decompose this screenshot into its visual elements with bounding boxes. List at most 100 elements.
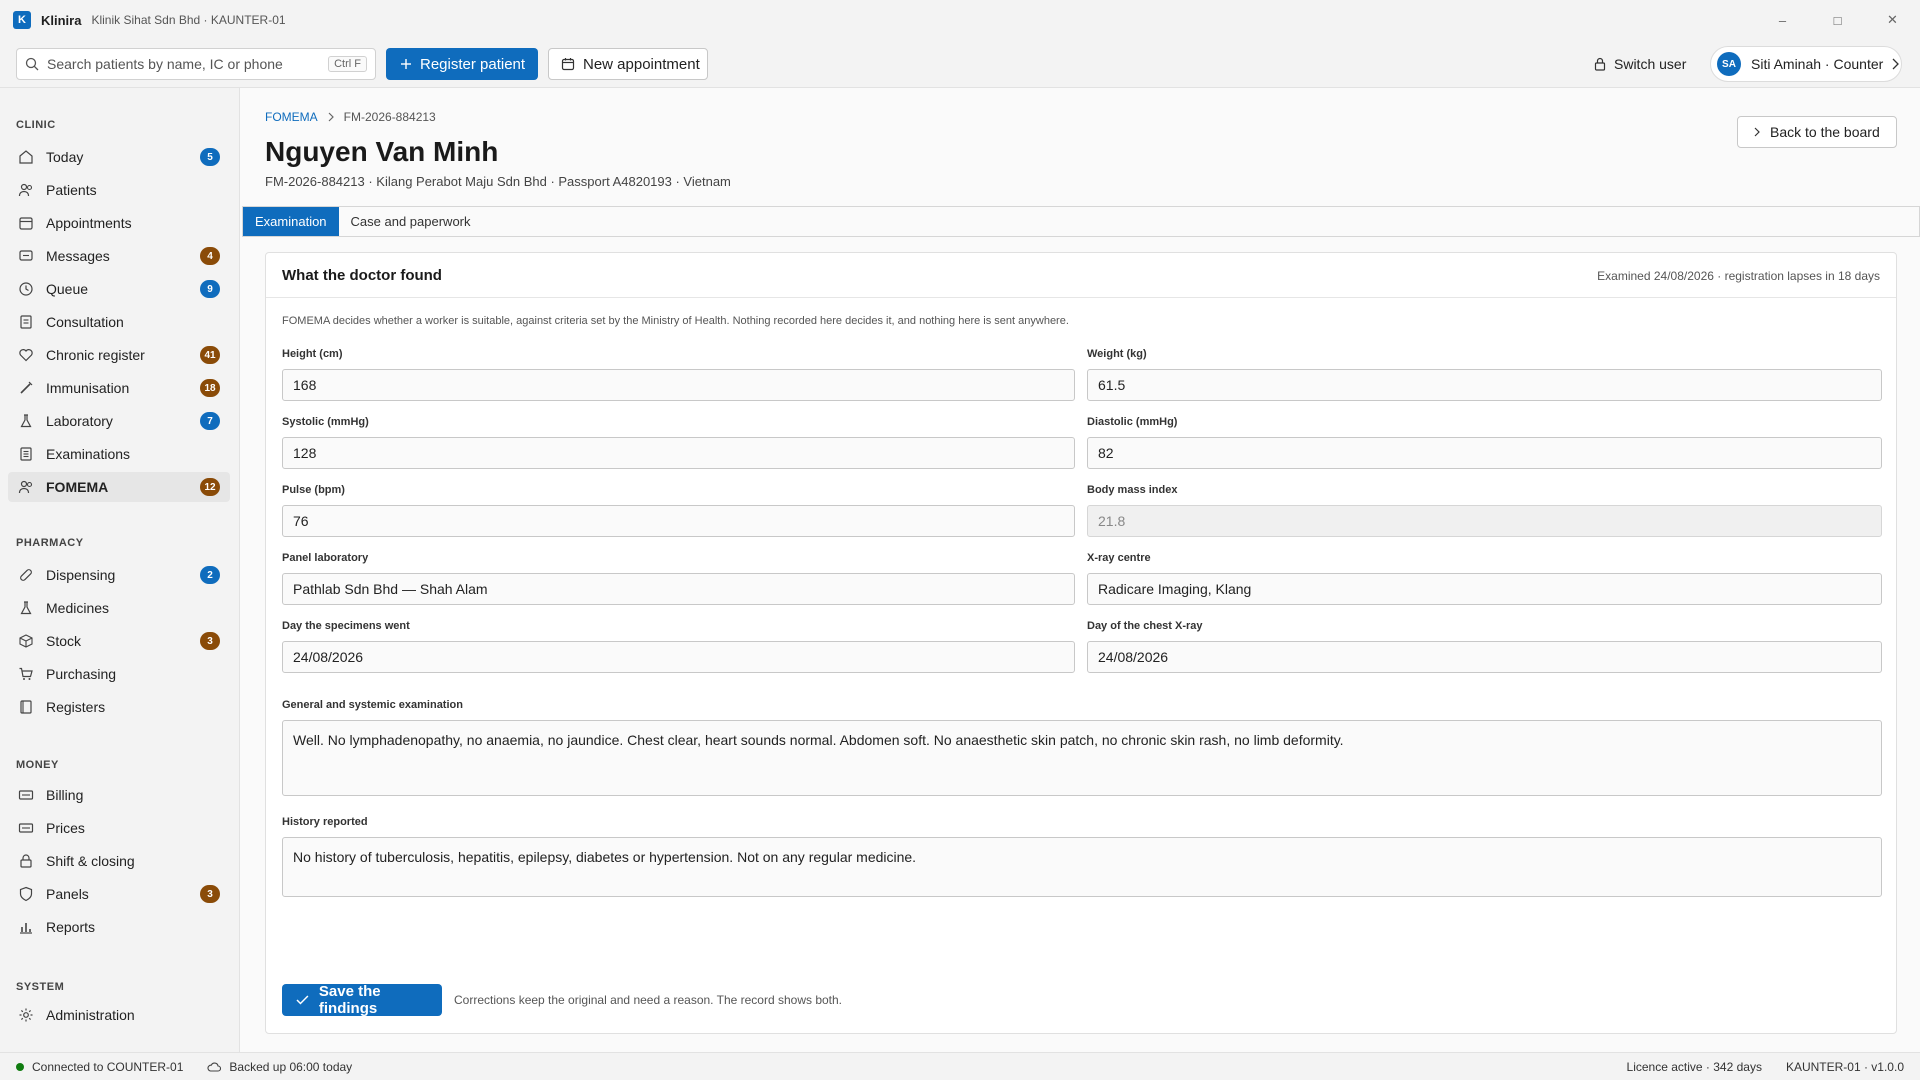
sidebar-item-label: Chronic register xyxy=(46,347,145,363)
xray-centre-field[interactable]: Radicare Imaging, Klang xyxy=(1087,573,1882,605)
sidebar-item-stock[interactable]: Stock 3 xyxy=(8,626,230,656)
diastolic-label: Diastolic (mmHg) xyxy=(1087,416,1178,428)
sidebar-item-immunisation[interactable]: Immunisation 18 xyxy=(8,373,230,403)
sidebar-item-label: Reports xyxy=(46,919,96,935)
minimize-button[interactable]: – xyxy=(1755,0,1810,40)
user-menu[interactable]: SA Siti Aminah · Counter xyxy=(1710,46,1902,82)
register-patient-button[interactable]: Register patient xyxy=(386,48,538,80)
back-to-board-button[interactable]: Back to the board xyxy=(1737,116,1897,148)
close-button[interactable]: ✕ xyxy=(1865,0,1920,40)
breadcrumb-fomema-link[interactable]: FOMEMA xyxy=(265,110,318,124)
sidebar-item-queue[interactable]: Queue 9 xyxy=(8,274,230,304)
count-badge: 2 xyxy=(200,566,220,584)
history-textarea[interactable]: No history of tuberculosis, hepatitis, e… xyxy=(282,837,1882,897)
fomema-note: FOMEMA decides whether a worker is suita… xyxy=(282,315,1069,327)
sidebar-item-label: Purchasing xyxy=(46,666,117,682)
diastolic-field[interactable]: 82 xyxy=(1087,437,1882,469)
sidebar-item-medicines[interactable]: Medicines xyxy=(8,593,230,623)
sidebar-item-prices[interactable]: Prices xyxy=(8,813,230,843)
gear-icon xyxy=(18,1007,34,1023)
sidebar-item-reports[interactable]: Reports xyxy=(8,912,230,942)
weight-label: Weight (kg) xyxy=(1087,348,1147,360)
switch-user-button[interactable]: Switch user xyxy=(1594,48,1686,80)
sidebar-item-panels[interactable]: Panels 3 xyxy=(8,879,230,909)
sidebar-item-laboratory[interactable]: Laboratory 7 xyxy=(8,406,230,436)
specimen-day-field[interactable]: 24/08/2026 xyxy=(282,641,1075,673)
pulse-field[interactable]: 76 xyxy=(282,505,1075,537)
bmi-label: Body mass index xyxy=(1087,484,1178,496)
app-name: Klinira xyxy=(41,12,82,28)
sidebar-item-registers[interactable]: Registers xyxy=(8,692,230,722)
sidebar-item-label: Messages xyxy=(46,248,110,264)
tab-examination[interactable]: Examination xyxy=(243,207,339,236)
register-patient-label: Register patient xyxy=(420,55,526,73)
user-name: Siti Aminah · Counter xyxy=(1751,56,1884,72)
heart-icon xyxy=(18,347,34,363)
save-findings-button[interactable]: Save the findings xyxy=(282,983,442,1017)
new-appointment-button[interactable]: New appointment xyxy=(548,48,708,80)
licence-status: Licence active · 342 days xyxy=(1626,1060,1762,1074)
section-title-money: MONEY xyxy=(16,759,59,771)
pulse-label: Pulse (bpm) xyxy=(282,484,345,496)
sidebar-item-label: Administration xyxy=(46,1007,135,1023)
search-placeholder: Search patients by name, IC or phone xyxy=(47,56,283,72)
panel-laboratory-field[interactable]: Pathlab Sdn Bhd — Shah Alam xyxy=(282,573,1075,605)
cart-icon xyxy=(18,666,34,682)
sidebar: CLINIC PHARMACY MONEY SYSTEM Today 5 Patie… xyxy=(0,88,240,1052)
sidebar-item-dispensing[interactable]: Dispensing 2 xyxy=(8,560,230,590)
flask-icon xyxy=(18,413,34,429)
breadcrumb-current: FM-2026-884213 xyxy=(343,110,436,124)
chevron-right-icon xyxy=(1892,58,1900,70)
patient-summary: FM-2026-884213 · Kilang Perabot Maju Sdn… xyxy=(265,174,731,189)
sidebar-item-administration[interactable]: Administration xyxy=(8,1000,230,1030)
sidebar-item-label: Appointments xyxy=(46,215,132,231)
cloud-icon xyxy=(207,1062,222,1072)
avatar: SA xyxy=(1717,52,1741,76)
plus-icon xyxy=(401,59,411,69)
sidebar-item-shift-closing[interactable]: Shift & closing xyxy=(8,846,230,876)
sidebar-item-patients[interactable]: Patients xyxy=(8,175,230,205)
sidebar-item-purchasing[interactable]: Purchasing xyxy=(8,659,230,689)
count-badge: 3 xyxy=(200,885,220,903)
money-icon xyxy=(18,820,34,836)
tab-case-and-paperwork[interactable]: Case and paperwork xyxy=(339,207,483,236)
sidebar-item-chronic-register[interactable]: Chronic register 41 xyxy=(8,340,230,370)
systolic-field[interactable]: 128 xyxy=(282,437,1075,469)
systolic-label: Systolic (mmHg) xyxy=(282,416,369,428)
search-icon xyxy=(25,57,39,71)
search-input[interactable]: Search patients by name, IC or phone Ctr… xyxy=(16,48,376,80)
maximize-button[interactable]: □ xyxy=(1810,0,1865,40)
chevron-right-icon xyxy=(1754,127,1760,137)
chat-icon xyxy=(18,248,34,264)
title-bar: K Klinira Klinik Sihat Sdn Bhd · KAUNTER… xyxy=(0,0,1920,40)
xray-day-label: Day of the chest X-ray xyxy=(1087,620,1203,632)
divider xyxy=(266,297,1896,298)
sidebar-item-label: Queue xyxy=(46,281,89,297)
general-exam-textarea[interactable]: Well. No lymphadenopathy, no anaemia, no… xyxy=(282,720,1882,796)
lock-icon xyxy=(1594,57,1606,71)
sidebar-item-consultation[interactable]: Consultation xyxy=(8,307,230,337)
sidebar-item-billing[interactable]: Billing xyxy=(8,780,230,810)
sidebar-item-label: Consultation xyxy=(46,314,124,330)
xray-day-field[interactable]: 24/08/2026 xyxy=(1087,641,1882,673)
sidebar-item-fomema[interactable]: FOMEMA 12 xyxy=(8,472,230,502)
findings-card: What the doctor found Examined 24/08/202… xyxy=(265,252,1897,1034)
sidebar-item-messages[interactable]: Messages 4 xyxy=(8,241,230,271)
sidebar-item-examinations[interactable]: Examinations xyxy=(8,439,230,469)
height-field[interactable]: 168 xyxy=(282,369,1075,401)
sidebar-item-label: Dispensing xyxy=(46,567,116,583)
sidebar-item-label: FOMEMA xyxy=(46,479,109,495)
weight-field[interactable]: 61.5 xyxy=(1087,369,1882,401)
sidebar-item-appointments[interactable]: Appointments xyxy=(8,208,230,238)
clock-icon xyxy=(18,281,34,297)
count-badge: 12 xyxy=(200,478,220,496)
people-icon xyxy=(18,479,34,495)
sidebar-item-label: Registers xyxy=(46,699,106,715)
sidebar-item-today[interactable]: Today 5 xyxy=(8,142,230,172)
app-subtitle: Klinik Sihat Sdn Bhd · KAUNTER-01 xyxy=(91,13,286,27)
sidebar-item-label: Panels xyxy=(46,886,89,902)
connection-status: Connected to COUNTER-01 xyxy=(32,1059,184,1074)
xray-centre-label: X-ray centre xyxy=(1087,552,1151,564)
back-to-board-label: Back to the board xyxy=(1770,124,1880,140)
clipboard-list-icon xyxy=(18,446,34,462)
